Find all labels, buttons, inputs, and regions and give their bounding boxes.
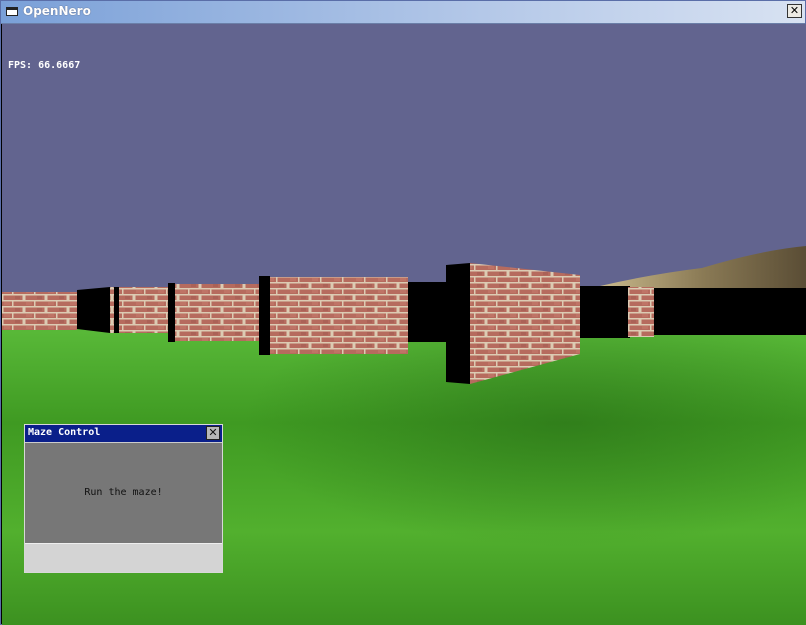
window-title: OpenNero <box>23 4 91 18</box>
window-icon <box>6 7 18 16</box>
corridor-shadow <box>408 282 448 342</box>
window-close-button[interactable]: ✕ <box>787 4 802 18</box>
window-titlebar[interactable]: OpenNero ✕ <box>1 1 805 24</box>
wall-segment-3 <box>168 284 260 341</box>
wall-far-left <box>2 292 77 330</box>
maze-control-titlebar[interactable]: Maze Control ✕ <box>25 425 222 443</box>
wall-side-1 <box>77 287 110 333</box>
app-window: OpenNero ✕ FPS: 66.6667 Maze Control ✕ R… <box>0 0 806 625</box>
maze-control-footer <box>25 543 222 572</box>
wall-right-segment <box>628 287 654 337</box>
wall-near-side <box>446 263 470 384</box>
maze-control-message: Run the maze! <box>84 487 163 498</box>
maze-control-title: Maze Control <box>28 427 101 438</box>
wall-segment-4 <box>260 277 408 354</box>
wall-far-right <box>654 288 806 335</box>
maze-control-panel: Maze Control ✕ Run the maze! <box>24 424 223 573</box>
fps-counter: FPS: 66.6667 <box>8 60 81 71</box>
maze-control-close-button[interactable]: ✕ <box>206 426 220 440</box>
